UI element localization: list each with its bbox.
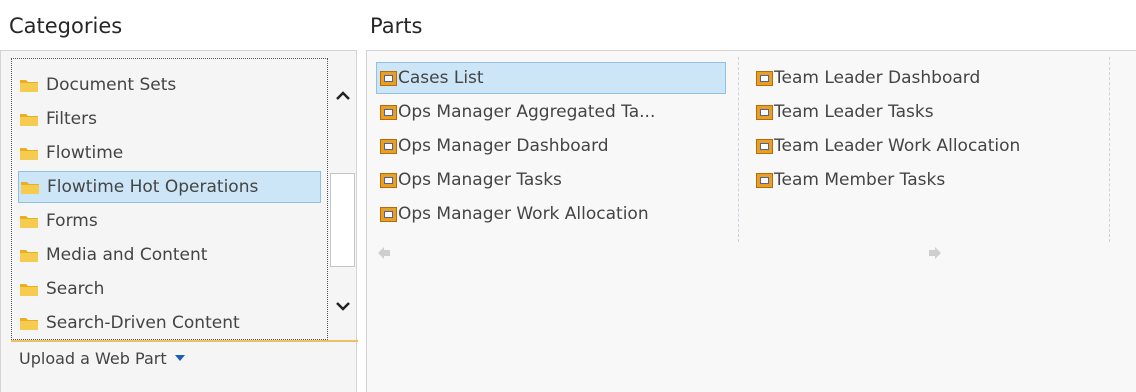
part-item-team-leader-work-allocation[interactable]: Team Leader Work Allocation <box>756 130 1020 162</box>
category-label: Flowtime Hot Operations <box>47 177 259 197</box>
part-label: Ops Manager Aggregated Ta... <box>398 102 656 122</box>
category-item-media-and-content[interactable]: Media and Content <box>18 239 321 271</box>
category-item-search-driven-content[interactable]: Search-Driven Content <box>18 307 321 339</box>
folder-icon <box>20 249 38 262</box>
upload-label: Upload a Web Part <box>19 349 167 368</box>
part-item-ops-manager-work-allocation[interactable]: Ops Manager Work Allocation <box>380 198 649 230</box>
category-item-search[interactable]: Search <box>18 273 321 305</box>
categories-heading: Categories <box>9 14 123 38</box>
category-item-document-sets[interactable]: Document Sets <box>18 69 321 101</box>
folder-icon <box>20 317 38 330</box>
category-item-filters[interactable]: Filters <box>18 103 321 135</box>
part-label: Team Leader Dashboard <box>774 68 981 88</box>
web-part-icon <box>380 138 397 154</box>
part-item-ops-manager-aggregated-tasks[interactable]: Ops Manager Aggregated Ta... <box>380 96 655 128</box>
web-part-icon <box>756 172 773 188</box>
folder-icon <box>21 181 39 194</box>
category-label: Flowtime <box>46 143 124 163</box>
category-item-forms[interactable]: Forms <box>18 205 321 237</box>
part-label: Team Leader Tasks <box>774 102 934 122</box>
part-item-team-leader-tasks[interactable]: Team Leader Tasks <box>756 96 934 128</box>
category-label: Media and Content <box>46 245 208 265</box>
column-divider <box>1109 57 1110 242</box>
web-part-icon <box>380 104 397 120</box>
categories-panel: Document Sets Filters Flowtime Flowtime … <box>0 50 358 392</box>
part-label: Ops Manager Work Allocation <box>398 204 649 224</box>
chevron-up-icon <box>335 91 350 100</box>
folder-icon <box>20 215 38 228</box>
part-label: Ops Manager Tasks <box>398 170 562 190</box>
folder-icon <box>20 79 38 92</box>
part-label: Ops Manager Dashboard <box>398 136 609 156</box>
category-item-flowtime-hot-operations[interactable]: Flowtime Hot Operations <box>18 171 321 203</box>
column-divider <box>738 57 739 242</box>
categories-scrollbar[interactable] <box>330 58 355 340</box>
arrow-left-icon[interactable] <box>377 246 391 260</box>
web-part-icon <box>380 172 397 188</box>
scroll-down-button[interactable] <box>330 294 355 318</box>
scroll-up-button[interactable] <box>330 84 355 108</box>
parts-heading: Parts <box>370 14 423 38</box>
scroll-thumb[interactable] <box>330 173 355 267</box>
category-label: Filters <box>46 109 97 129</box>
folder-icon <box>20 283 38 296</box>
web-part-icon <box>756 138 773 154</box>
web-part-icon <box>756 70 773 86</box>
part-item-cases-list[interactable]: Cases List <box>376 62 726 94</box>
folder-icon <box>20 147 38 160</box>
web-part-icon <box>380 206 397 222</box>
category-label: Forms <box>46 211 98 231</box>
category-label: Search <box>46 279 105 299</box>
folder-icon <box>20 113 38 126</box>
part-item-ops-manager-dashboard[interactable]: Ops Manager Dashboard <box>380 130 609 162</box>
triangle-down-icon <box>174 355 185 361</box>
web-part-icon <box>756 104 773 120</box>
part-label: Cases List <box>398 68 484 88</box>
part-label: Team Leader Work Allocation <box>774 136 1021 156</box>
part-item-team-member-tasks[interactable]: Team Member Tasks <box>756 164 945 196</box>
web-part-icon <box>380 70 397 86</box>
chevron-down-icon <box>335 302 350 311</box>
accent-line <box>11 340 358 342</box>
categories-list: Document Sets Filters Flowtime Flowtime … <box>11 58 328 340</box>
part-item-ops-manager-tasks[interactable]: Ops Manager Tasks <box>380 164 562 196</box>
part-item-team-leader-dashboard[interactable]: Team Leader Dashboard <box>756 62 980 94</box>
category-item-flowtime[interactable]: Flowtime <box>18 137 321 169</box>
category-label: Document Sets <box>46 75 177 95</box>
part-label: Team Member Tasks <box>774 170 946 190</box>
upload-web-part-link[interactable]: Upload a Web Part <box>19 349 185 368</box>
arrow-right-icon[interactable] <box>928 246 942 260</box>
parts-panel: Cases List Ops Manager Aggregated Ta... … <box>366 50 1136 392</box>
category-label: Search-Driven Content <box>46 313 240 333</box>
